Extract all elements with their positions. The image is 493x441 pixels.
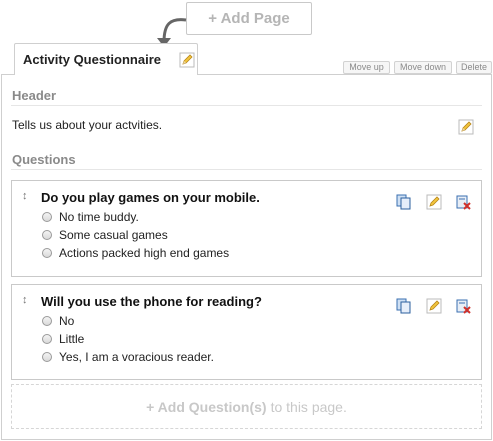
question-title: Do you play games on your mobile. [41, 190, 260, 205]
drag-handle-icon[interactable]: ↕ [22, 190, 28, 202]
radio-button[interactable] [42, 352, 52, 362]
copy-icon[interactable] [396, 298, 412, 319]
option[interactable]: No [42, 314, 74, 328]
radio-button[interactable] [42, 316, 52, 326]
move-down-button[interactable]: Move down [394, 61, 452, 74]
delete-icon[interactable] [455, 298, 471, 319]
radio-button[interactable] [42, 230, 52, 240]
question-title: Will you use the phone for reading? [41, 294, 262, 309]
pencil-icon[interactable] [426, 194, 442, 215]
add-question-suffix: to this page. [270, 398, 347, 415]
radio-button[interactable] [42, 334, 52, 344]
option-label: Actions packed high end games [59, 246, 230, 260]
drag-handle-icon[interactable]: ↕ [22, 294, 28, 306]
header-text: Tells us about your actvities. [12, 118, 163, 132]
pencil-icon[interactable] [458, 119, 474, 140]
add-question-button[interactable]: + Add Question(s) to this page. [11, 384, 482, 429]
option-label: Little [59, 332, 85, 346]
radio-button[interactable] [42, 248, 52, 258]
option[interactable]: No time buddy. [42, 210, 139, 224]
page-tab[interactable]: Activity Questionnaire [14, 43, 198, 75]
option[interactable]: Actions packed high end games [42, 246, 229, 260]
page-panel: Header Tells us about your actvities. Qu… [1, 74, 492, 440]
pencil-icon[interactable] [179, 52, 195, 73]
option[interactable]: Some casual games [42, 228, 168, 242]
option-label: Some casual games [59, 228, 168, 242]
question-card[interactable]: ↕ Do you play games on your mobile. No t… [11, 180, 482, 277]
delete-page-button[interactable]: Delete [456, 61, 492, 74]
option[interactable]: Yes, I am a voracious reader. [42, 350, 214, 364]
copy-icon[interactable] [396, 194, 412, 215]
divider [11, 105, 482, 106]
delete-icon[interactable] [455, 194, 471, 215]
page-tab-title: Activity Questionnaire [23, 52, 161, 67]
option[interactable]: Little [42, 332, 84, 346]
questions-section-label: Questions [12, 152, 76, 167]
option-label: No [59, 314, 75, 328]
option-label: Yes, I am a voracious reader. [59, 350, 214, 364]
option-label: No time buddy. [59, 210, 139, 224]
header-section-label: Header [12, 88, 57, 103]
question-card[interactable]: ↕ Will you use the phone for reading? No… [11, 284, 482, 380]
add-question-label: + Add Question(s) [146, 398, 267, 415]
pencil-icon[interactable] [426, 298, 442, 319]
move-up-button[interactable]: Move up [343, 61, 390, 74]
divider [11, 169, 482, 170]
radio-button[interactable] [42, 212, 52, 222]
add-page-button[interactable]: + Add Page [186, 2, 312, 35]
